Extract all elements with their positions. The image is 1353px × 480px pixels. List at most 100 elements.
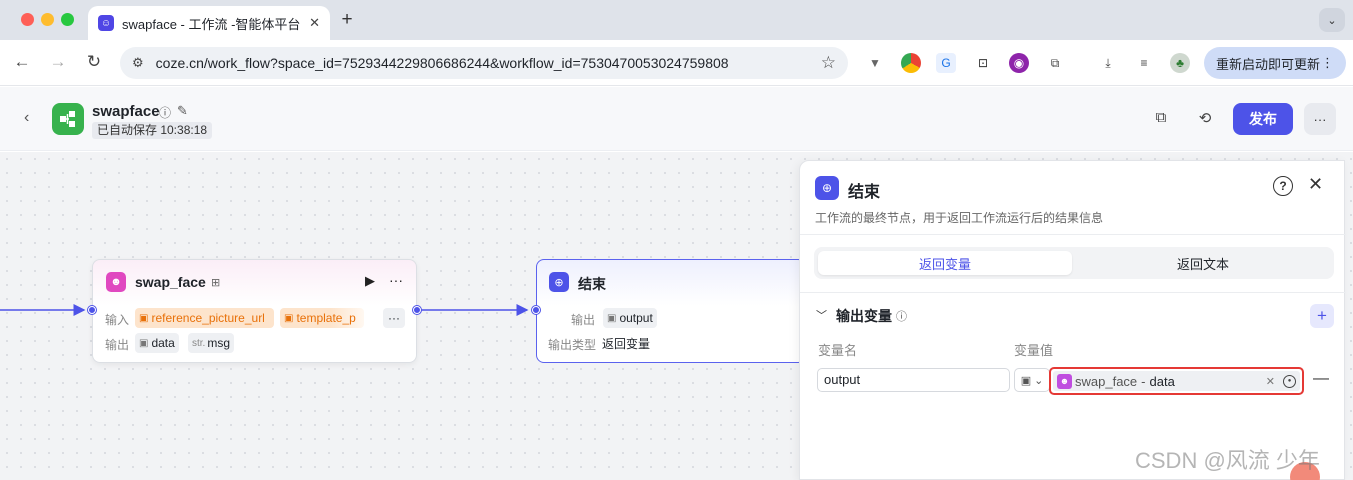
column-header-value: 变量值 (1014, 343, 1054, 358)
reference-separator: - (1141, 373, 1146, 389)
end-node-icon: ⊕ (549, 272, 569, 292)
tab-close-icon[interactable]: ✕ (309, 15, 320, 31)
close-icon[interactable]: ✕ (1308, 174, 1323, 195)
image-type-icon: ▣ (139, 312, 149, 324)
image-type-icon: ▣ (139, 337, 149, 349)
panel-description: 工作流的最终节点，用于返回工作流运行后的结果信息 (815, 211, 1104, 225)
end-node-settings-panel: ⊕ 结束 ? ✕ 工作流的最终节点，用于返回工作流运行后的结果信息 返回变量 返… (799, 160, 1346, 480)
window-close-button[interactable] (21, 13, 34, 26)
reload-icon[interactable]: ↻ (83, 52, 105, 72)
extensions-puzzle-icon[interactable]: ⧉ (1045, 53, 1065, 73)
help-icon[interactable]: ? (1273, 176, 1293, 196)
run-node-icon[interactable]: ▶ (365, 273, 375, 289)
watermark: CSDN @风流 少年 (1135, 448, 1320, 473)
output-label: 输出 (571, 313, 596, 327)
string-type-icon: str. (192, 337, 206, 349)
more-inputs-button[interactable]: ··· (383, 308, 405, 328)
swap-face-node[interactable]: ☻ swap_face ⊞ ▶ ··· 输入 ▣ reference_pictu… (92, 259, 417, 363)
input-label: 输入 (105, 313, 130, 327)
forward-arrow-icon[interactable]: → (47, 52, 69, 72)
section-title: 输出变量 (836, 308, 892, 324)
profile-avatar-icon[interactable]: ♣ (1170, 53, 1190, 73)
publish-button[interactable]: 发布 (1233, 103, 1293, 135)
variable-name-input[interactable]: output (817, 368, 1010, 392)
output-label: 输出 (105, 338, 130, 352)
relaunch-update-button[interactable]: 重新启动即可更新 ⋮ (1204, 47, 1346, 79)
input-chip: ▣ template_p (280, 308, 364, 328)
column-header-name: 变量名 (818, 343, 858, 358)
media-icon[interactable]: ≡ (1134, 53, 1154, 73)
node-title: 结束 (578, 276, 606, 292)
image-type-icon: ▣ (284, 312, 294, 324)
extension-screenshot-icon[interactable]: ⊡ (973, 53, 993, 73)
download-icon[interactable]: ⤓ (1098, 53, 1118, 73)
extension-purple-icon[interactable]: ◉ (1009, 53, 1029, 73)
node-more-icon[interactable]: ··· (389, 272, 403, 288)
back-icon[interactable]: ‹ (24, 109, 29, 127)
node-title: swap_face (135, 274, 206, 290)
plugin-face-icon: ☻ (1057, 373, 1072, 389)
back-arrow-icon[interactable]: ← (11, 52, 33, 72)
update-label: 重新启动即可更新 (1216, 56, 1321, 72)
reference-variable-name: data (1149, 373, 1175, 389)
extension-chrome-icon[interactable] (901, 53, 921, 73)
divider (800, 292, 1346, 293)
window-minimize-button[interactable] (41, 13, 54, 26)
tab-title: swapface - 工作流 -智能体平台 (122, 16, 301, 32)
plugin-badge-icon: ⊞ (211, 277, 221, 289)
tab-return-variable[interactable]: 返回变量 (818, 251, 1072, 275)
browser-toolbar: ← → ↻ ⚙ coze.cn/work_flow?space_id=75293… (0, 40, 1353, 86)
history-icon[interactable]: ⟲ (1195, 109, 1215, 127)
variable-reference-value[interactable]: ☻ swap_face - data ✕ ● (1053, 371, 1300, 391)
output-type-value: 返回变量 (602, 337, 651, 351)
panel-title: 结束 (848, 184, 881, 201)
end-node[interactable]: ⊕ 结束 输出 ▣ output 输出类型 返回变量 (536, 259, 806, 363)
workflow-logo-icon (52, 103, 84, 135)
url-text[interactable]: coze.cn/work_flow?space_id=7529344229806… (156, 55, 821, 71)
site-settings-icon[interactable]: ⚙ (132, 55, 144, 71)
end-node-icon: ⊕ (815, 176, 839, 200)
variable-reference-field[interactable]: ☻ swap_face - data ✕ ● (1049, 367, 1304, 395)
chevron-down-icon[interactable]: ﹀ (816, 307, 827, 323)
edit-icon[interactable]: ✎ (177, 103, 188, 119)
input-name: reference_picture_url (151, 311, 265, 325)
divider (800, 234, 1346, 235)
reference-node-name: swap_face (1075, 373, 1138, 389)
window-zoom-button[interactable] (61, 13, 74, 26)
end-input-port[interactable] (532, 306, 540, 314)
tab-return-text[interactable]: 返回文本 (1076, 251, 1330, 275)
input-name: template_p (296, 311, 356, 325)
info-icon[interactable]: ⓘ (896, 308, 907, 324)
coze-favicon-icon: ☺ (98, 15, 114, 31)
more-button[interactable]: ··· (1304, 103, 1336, 135)
address-bar[interactable]: ⚙ coze.cn/work_flow?space_id=75293442298… (120, 47, 848, 79)
tab-search-button[interactable]: ⌄ (1319, 8, 1345, 32)
copy-icon[interactable]: ⧉ (1151, 109, 1171, 126)
select-reference-icon[interactable]: ● (1283, 374, 1296, 388)
browser-tab[interactable]: ☺ swapface - 工作流 -智能体平台 ✕ (88, 6, 330, 40)
extension-v-icon[interactable]: ▼ (865, 53, 885, 73)
workflow-header: ‹ swapface ⓘ ✎ 已自动保存 10:38:18 ⧉ ⟲ 发布 ··· (0, 87, 1353, 151)
swap-face-input-port[interactable] (88, 306, 96, 314)
new-tab-button[interactable]: + (336, 9, 358, 31)
image-type-icon: ▣ (1020, 374, 1032, 387)
output-chip: ▣ output (603, 308, 657, 328)
remove-variable-button[interactable]: — (1313, 370, 1329, 388)
plugin-face-icon: ☻ (106, 272, 126, 292)
input-chip: ▣ reference_picture_url (135, 308, 274, 328)
swap-face-output-port[interactable] (413, 306, 421, 314)
return-mode-switch: 返回变量 返回文本 (814, 247, 1334, 279)
chevron-down-icon: ⌄ (1034, 374, 1044, 387)
bookmark-star-icon[interactable]: ☆ (821, 53, 836, 73)
image-type-icon: ▣ (607, 312, 617, 324)
kebab-menu-icon[interactable]: ⋮ (1321, 55, 1334, 71)
output-chip: str. msg (188, 333, 235, 353)
clear-icon[interactable]: ✕ (1266, 375, 1275, 388)
add-variable-button[interactable]: + (1310, 304, 1334, 328)
autosave-status: 已自动保存 10:38:18 (92, 122, 213, 139)
info-icon[interactable]: ⓘ (159, 104, 171, 121)
output-name: output (619, 311, 653, 325)
extension-translate-icon[interactable]: G (936, 53, 956, 73)
output-chip: ▣ data (135, 333, 179, 353)
value-type-select[interactable]: ▣ ⌄ (1014, 368, 1050, 392)
